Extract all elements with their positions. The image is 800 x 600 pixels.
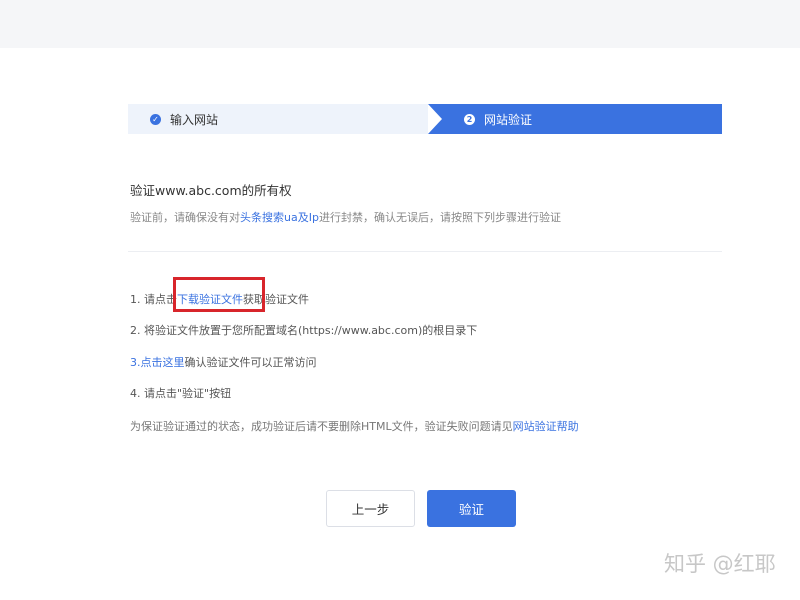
instruction-step-2: 2. 将验证文件放置于您所配置域名(https://www.abc.com)的根… xyxy=(130,324,478,337)
divider xyxy=(128,251,722,252)
page-description: 验证前，请确保没有对头条搜索ua及Ip进行封禁，确认无误后，请按照下列步骤进行验… xyxy=(130,209,561,225)
instruction-text: 1. 请点击 xyxy=(130,293,177,306)
desc-text: 验证前，请确保没有对 xyxy=(130,211,240,224)
watermark: 知乎 @红耶 xyxy=(664,552,776,576)
verify-button[interactable]: 验证 xyxy=(427,490,516,527)
note-text: 为保证验证通过的状态，成功验证后请不要删除HTML文件，验证失败问题请见 xyxy=(130,420,513,433)
click-here-link[interactable]: 3.点击这里 xyxy=(130,356,185,369)
step-input-site[interactable]: ✓ 输入网站 xyxy=(128,104,428,134)
top-band xyxy=(0,0,800,48)
instruction-step-4: 4. 请点击"验证"按钮 xyxy=(130,387,232,400)
desc-text: 进行封禁，确认无误后，请按照下列步骤进行验证 xyxy=(318,211,561,224)
step-label: 网站验证 xyxy=(484,112,533,127)
step-site-verify[interactable]: 2 网站验证 xyxy=(428,104,722,134)
ua-ip-link[interactable]: 头条搜索ua及Ip xyxy=(240,211,319,224)
instruction-text: 确认验证文件可以正常访问 xyxy=(184,356,317,369)
step-label: 输入网站 xyxy=(170,112,219,127)
page-title: 验证www.abc.com的所有权 xyxy=(130,183,292,198)
instruction-note: 为保证验证通过的状态，成功验证后请不要删除HTML文件，验证失败问题请见网站验证… xyxy=(130,418,579,434)
prev-step-button[interactable]: 上一步 xyxy=(326,490,415,527)
check-icon: ✓ xyxy=(150,113,161,125)
step-number-icon: 2 xyxy=(464,113,475,125)
step-progress: ✓ 输入网站 2 网站验证 xyxy=(128,104,722,134)
verify-help-link[interactable]: 网站验证帮助 xyxy=(513,420,579,433)
instruction-step-3: 3.点击这里确认验证文件可以正常访问 xyxy=(130,354,317,370)
highlight-box xyxy=(173,277,265,312)
